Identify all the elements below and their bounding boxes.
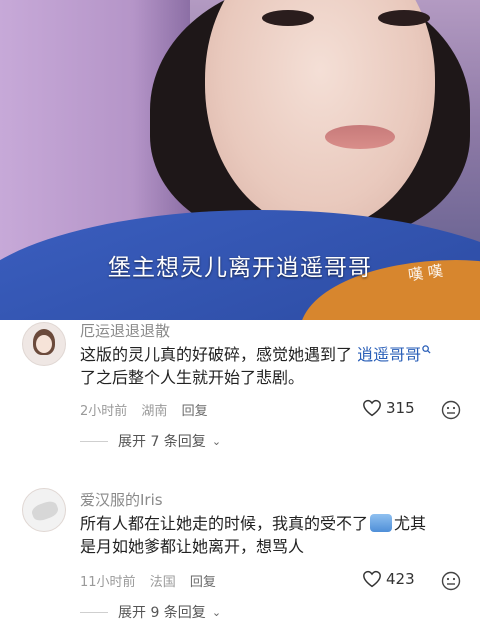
reply-button[interactable]: 回复 [182, 404, 208, 419]
divider-line [80, 611, 108, 613]
comment-time: 2小时前 [80, 404, 128, 419]
comment-meta: 2小时前 湖南 回复 [80, 400, 218, 419]
video-frame[interactable]: 堡主想灵儿离开逍遥哥哥 嘆 嘆 [0, 0, 480, 320]
username[interactable]: 爱汉服的Iris [80, 489, 163, 510]
like-button[interactable]: 315 [362, 399, 415, 417]
comment-text-line1-tail: 尤其 [394, 514, 427, 533]
comment-item: 爱汉服的Iris 所有人都在让她走的时候，我真的受不了 尤其是月如她爹都让她离开，… [0, 488, 480, 638]
heart-icon [363, 570, 381, 588]
right-eye [378, 10, 430, 26]
search-icon [422, 345, 431, 354]
comment-text-before: 这版的灵儿真的好破碎，感觉她遇到了 [80, 345, 358, 364]
like-count: 315 [386, 399, 415, 417]
sticker-emoji-icon [370, 514, 393, 532]
expand-replies-label: 展开 7 条回复 [118, 434, 206, 450]
like-button[interactable]: 423 [362, 570, 415, 588]
chevron-down-icon: ⌄ [211, 605, 222, 619]
comment-text-after: 了之后整个人生就开始了悲剧。 [80, 368, 305, 387]
comment-item: 厄运退退退散 这版的灵儿真的好破碎，感觉她遇到了 逍遥哥哥了之后整个人生就开始了… [0, 320, 480, 460]
avatar[interactable] [22, 322, 66, 366]
comment-location: 法国 [149, 575, 176, 590]
chevron-down-icon: ⌄ [211, 434, 222, 448]
heart-icon [363, 399, 381, 417]
left-eye [262, 10, 314, 26]
comment-location: 湖南 [141, 404, 168, 419]
avatar[interactable] [22, 488, 66, 532]
comment-text-line1: 所有人都在让她走的时候，我真的受不了 [80, 514, 369, 533]
comment-meta: 11小时前 法国 回复 [80, 571, 226, 590]
expand-replies[interactable]: 展开 9 条回复 ⌄ [80, 602, 221, 622]
comment-text: 这版的灵儿真的好破碎，感觉她遇到了 逍遥哥哥了之后整个人生就开始了悲剧。 [80, 343, 465, 389]
topic-link[interactable]: 逍遥哥哥 [357, 345, 431, 364]
reply-button[interactable]: 回复 [190, 575, 216, 590]
comment-text-line2: 是月如她爹都让她离开，想骂人 [80, 537, 305, 556]
like-count: 423 [386, 570, 415, 588]
divider-line [80, 440, 108, 442]
expand-replies[interactable]: 展开 7 条回复 ⌄ [80, 431, 221, 451]
emoji-react-icon[interactable] [441, 400, 461, 420]
comment-text: 所有人都在让她走的时候，我真的受不了 尤其是月如她爹都让她离开，想骂人 [80, 512, 465, 558]
expand-replies-label: 展开 9 条回复 [118, 605, 206, 621]
emoji-react-icon[interactable] [441, 571, 461, 591]
comment-time: 11小时前 [80, 575, 136, 590]
topic-link-label: 逍遥哥哥 [357, 345, 422, 364]
lips [325, 125, 395, 149]
username[interactable]: 厄运退退退散 [80, 320, 170, 341]
